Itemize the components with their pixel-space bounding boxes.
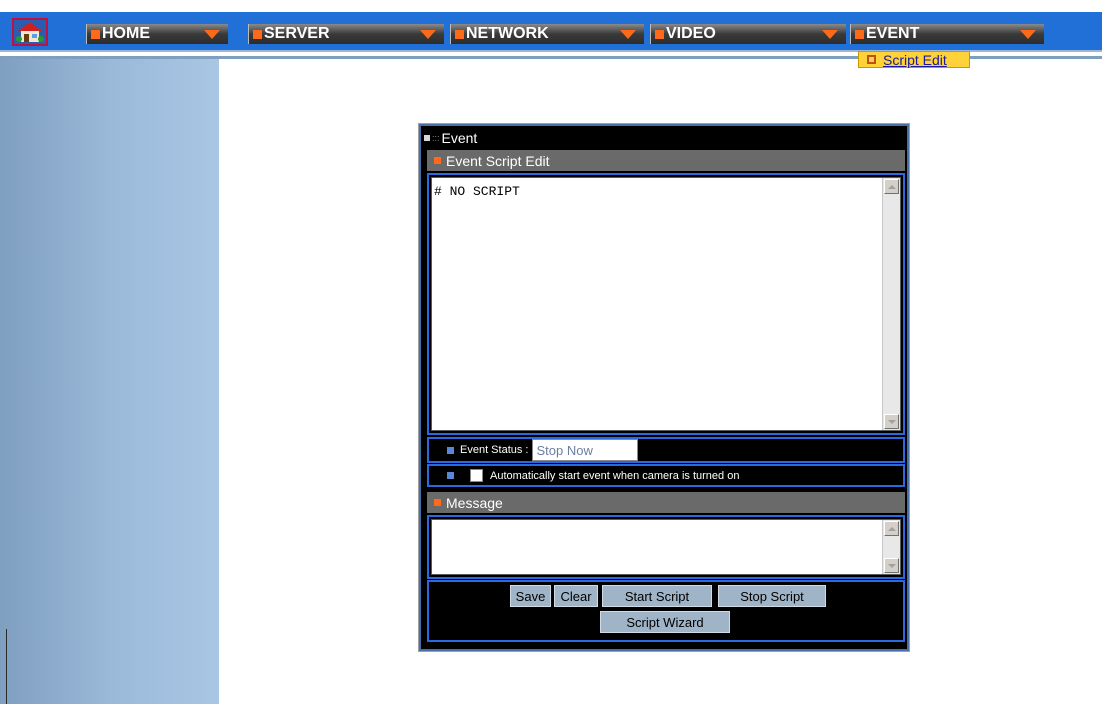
- message-textarea[interactable]: [431, 519, 901, 575]
- status-bullet-icon: [447, 446, 454, 454]
- menu-home-label: HOME: [102, 25, 150, 42]
- sidebar-edge-line: [6, 629, 7, 704]
- stop-script-button[interactable]: Stop Script: [718, 585, 826, 607]
- section-bullet-icon: [434, 157, 441, 164]
- section-event-script-edit-label: Event Script Edit: [446, 152, 550, 169]
- section-bullet-icon: [434, 499, 441, 506]
- submenu-script-edit-label: Script Edit: [883, 51, 947, 68]
- scroll-down-button[interactable]: [884, 558, 899, 573]
- menu-network[interactable]: NETWORK: [450, 24, 644, 44]
- save-button[interactable]: Save: [510, 585, 551, 607]
- auto-start-checkbox[interactable]: [470, 469, 483, 482]
- section-message: Message: [427, 492, 905, 513]
- arrow-up-icon: [887, 184, 896, 189]
- script-textarea[interactable]: # NO SCRIPT: [431, 177, 901, 431]
- event-status-field: Stop Now: [532, 439, 639, 461]
- menu-bullet-icon: [655, 29, 664, 39]
- arrow-down-icon: [887, 563, 896, 568]
- auto-start-label: Automatically start event when camera is…: [490, 469, 740, 482]
- menu-video[interactable]: VIDEO: [650, 24, 846, 44]
- chevron-down-icon: [1020, 30, 1036, 39]
- scroll-up-button[interactable]: [884, 521, 899, 536]
- panel-title-text: Event: [441, 130, 478, 146]
- chevron-down-icon: [620, 30, 636, 39]
- start-script-button[interactable]: Start Script: [602, 585, 712, 607]
- menu-event-label: EVENT: [866, 25, 920, 42]
- arrow-up-icon: [887, 526, 896, 531]
- menu-bullet-icon: [253, 29, 262, 39]
- left-sidebar: [0, 59, 219, 704]
- menu-server[interactable]: SERVER: [248, 24, 444, 44]
- button-area: Save Clear Start Script Stop Script Scri…: [427, 580, 905, 642]
- event-status-label: Event Status :: [460, 444, 529, 456]
- submenu-bullet-icon: [867, 55, 876, 64]
- menu-bullet-icon: [855, 29, 864, 39]
- auto-start-bullet-icon: [447, 472, 454, 479]
- title-dots-icon: :::: [432, 133, 440, 143]
- scroll-up-button[interactable]: [884, 179, 899, 194]
- script-scrollbar[interactable]: [882, 178, 900, 430]
- script-text: # NO SCRIPT: [434, 184, 520, 199]
- arrow-down-icon: [887, 419, 896, 424]
- chevron-down-icon: [204, 30, 220, 39]
- menu-network-label: NETWORK: [466, 25, 549, 42]
- menu-home[interactable]: HOME: [86, 24, 228, 44]
- top-navigation: HOME SERVER NETWORK VIDEO EVENT: [0, 0, 1102, 59]
- clear-button[interactable]: Clear: [554, 585, 598, 607]
- chevron-down-icon: [420, 30, 436, 39]
- script-editor-frame: # NO SCRIPT: [427, 173, 905, 435]
- menu-server-label: SERVER: [264, 25, 330, 42]
- home-house-icon[interactable]: [12, 18, 48, 46]
- menu-event[interactable]: EVENT: [850, 24, 1044, 44]
- auto-start-row: Automatically start event when camera is…: [427, 464, 905, 487]
- event-status-row: Event Status : Stop Now: [427, 437, 905, 463]
- message-scrollbar[interactable]: [882, 520, 900, 574]
- scroll-down-button[interactable]: [884, 414, 899, 429]
- menu-video-label: VIDEO: [666, 25, 716, 42]
- event-panel: ::: Event Event Script Edit # NO SCRIPT …: [418, 123, 910, 652]
- section-event-script-edit: Event Script Edit: [427, 150, 905, 171]
- submenu-script-edit[interactable]: Script Edit: [858, 51, 970, 68]
- script-wizard-button[interactable]: Script Wizard: [600, 611, 730, 633]
- chevron-down-icon: [822, 30, 838, 39]
- section-message-label: Message: [446, 494, 503, 511]
- message-frame: [427, 515, 905, 579]
- menu-bullet-icon: [91, 29, 100, 39]
- panel-title: ::: Event: [424, 130, 477, 146]
- title-bullet-icon: [424, 135, 430, 141]
- menu-bullet-icon: [455, 29, 464, 39]
